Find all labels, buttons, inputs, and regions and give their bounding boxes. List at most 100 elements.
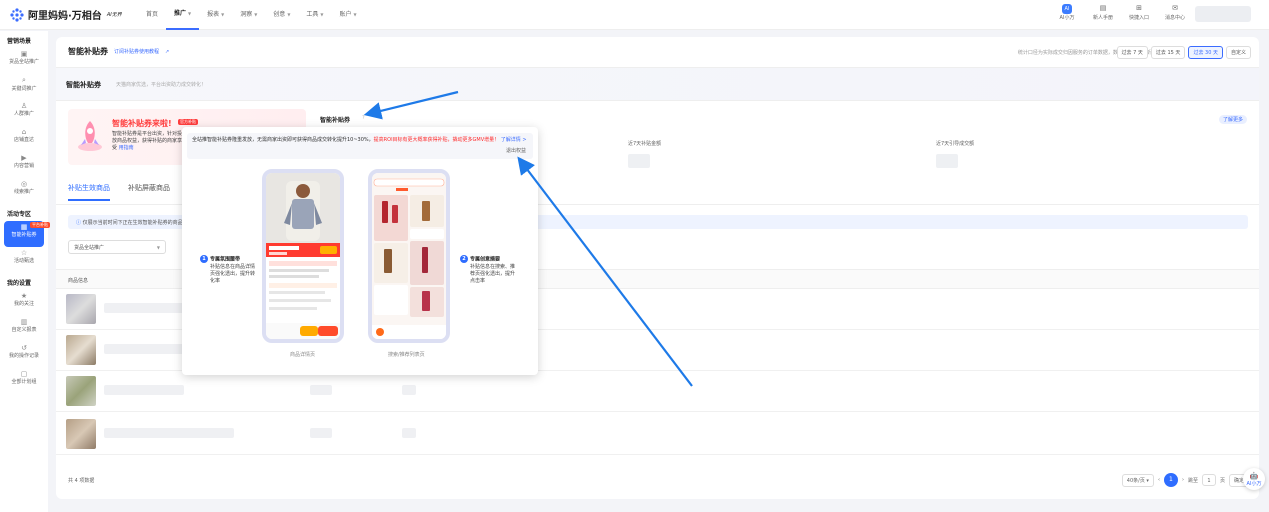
row-text-blurred (310, 385, 332, 395)
chevron-down-icon: ▼ (287, 12, 291, 17)
tool-2[interactable]: ⊞ 快捷入口 (1125, 4, 1153, 21)
store-icon: ⌂ (21, 128, 27, 136)
promo-title: 智能补贴券来啦! (112, 119, 172, 128)
scene-select[interactable]: 货品全站推广 ▼ (68, 240, 166, 254)
callout2-title: 专属创意摘要 (470, 256, 501, 263)
learn-more-badge[interactable]: 了解更多 (1218, 115, 1247, 124)
app-logo[interactable]: 阿里妈妈·万相台 AI无界 (10, 7, 122, 22)
product-thumbnail (66, 419, 96, 449)
nav-item-3[interactable]: 洞察 ▼ (232, 0, 265, 30)
range-button-3[interactable]: 自定义 (1225, 46, 1251, 59)
nav-item-5[interactable]: 工具 ▼ (298, 0, 331, 30)
product-thumbnail (66, 335, 96, 365)
tab-bar: 补贴生效商品 补贴屏蔽商品 (68, 183, 170, 201)
message-icon: ✉ (1172, 4, 1178, 12)
top-bar: 阿里妈妈·万相台 AI无界 首页 推广 ▼ 报表 ▼ 洞察 ▼ 创意 ▼ 工具 ▼ 账户 ▼ AI AI小… (0, 0, 1269, 30)
sidebar-item-0-3[interactable]: ⌂ 店铺直达 (0, 126, 48, 152)
sidebar: 营销场景 ▣ 货品全站推广 ⌕ 关键词推广 ♙ 人群推广 ⌂ 店铺直达 ▶ 内容营销 ◎ 线索推广 活动专… (0, 31, 48, 512)
banner-detail-link[interactable]: 了解详情 > (501, 137, 527, 143)
kpi-label-gmv: 近7天引导成交额 (936, 141, 975, 147)
intro-subtitle: 天猫商家优选，平台出资助力成交转化！ (116, 82, 207, 88)
nav-item-2[interactable]: 报表 ▼ (199, 0, 232, 30)
top-tools: AI AI小万 ▤ 新人手册 ⊞ 快捷入口 ✉ 消息中心 (1053, 4, 1189, 21)
tab-active-goods[interactable]: 补贴生效商品 (68, 183, 110, 201)
promo-guide-link[interactable]: 用指南 (119, 145, 134, 151)
sidebar-item-0-0[interactable]: ▣ 货品全站推广 (0, 48, 48, 74)
row-text-blurred (104, 385, 184, 395)
sidebar-item-label: 自定义报表 (11, 327, 37, 333)
report-icon: ▥ (20, 318, 28, 326)
chevron-down-icon: ▼ (254, 12, 258, 17)
content-icon: ▶ (21, 154, 27, 162)
goto-page-input[interactable]: 1 (1201, 474, 1216, 486)
product-detail-illustration (266, 173, 340, 339)
sidebar-item-label: 店铺直达 (13, 137, 34, 143)
intro-title: 智能补贴券 (66, 81, 101, 89)
tool-1[interactable]: ▤ 新人手册 (1089, 4, 1117, 21)
nav-item-label: 报表 (207, 11, 220, 18)
help-icon[interactable]: ? (362, 115, 365, 121)
sidebar-item-0-4[interactable]: ▶ 内容营销 (0, 152, 48, 178)
sidebar-item-0-2[interactable]: ♙ 人群推广 (0, 100, 48, 126)
exit-benefit-link[interactable]: 退出权益 (506, 147, 526, 154)
goods-icon: ▣ (20, 50, 28, 58)
table-row[interactable] (56, 415, 1259, 455)
external-link-icon[interactable]: ↗ (165, 49, 169, 55)
popover-banner: 全站推智能补贴券隆重发放，无需商家出资即可获得商品成交转化提升10~30%，提高… (187, 133, 533, 159)
floating-ai-assistant[interactable]: 🤖 AI小万 (1243, 468, 1265, 490)
chevron-down-icon: ▼ (188, 11, 192, 16)
kpi-label-subsidy: 近7天补贴金额 (628, 141, 662, 147)
tool-label: AI小万 (1059, 15, 1075, 21)
callout2-text: 补贴信息在搜索、推荐页强化透出，提升点击率 (470, 263, 516, 284)
tab-blocked-goods[interactable]: 补贴屏蔽商品 (128, 183, 170, 201)
sidebar-item-2-3[interactable]: ▢ 全部计划组 (0, 368, 48, 394)
row-text-blurred (402, 428, 416, 438)
tool-label: 新人手册 (1092, 15, 1113, 21)
nav-item-0[interactable]: 首页 (138, 0, 166, 30)
ai-assistant-icon: AI (1062, 4, 1072, 14)
sidebar-item-2-0[interactable]: ★ 我的关注 (0, 290, 48, 316)
nav-item-1[interactable]: 推广 ▼ (166, 0, 200, 30)
tool-0[interactable]: AI AI小万 (1053, 4, 1081, 21)
tutorial-link[interactable]: 订阅补贴券使用教程 (114, 48, 159, 55)
page-size-select[interactable]: 40条/页 ▾ (1121, 473, 1154, 487)
sidebar-item-0-5[interactable]: ◎ 线索推广 (0, 178, 48, 204)
sidebar-item-label: 内容营销 (13, 163, 34, 169)
range-button-2[interactable]: 过去 30 天 (1188, 46, 1223, 59)
phone-mockup-search (368, 169, 450, 343)
app-badge: AI无界 (106, 12, 122, 18)
range-button-1[interactable]: 过去 15 天 (1150, 46, 1186, 59)
banner-text: 全站推智能补贴券隆重发放，无需商家出资即可获得商品成交转化提升10~30%， (192, 137, 374, 143)
tool-3[interactable]: ✉ 消息中心 (1161, 4, 1189, 21)
nav-item-4[interactable]: 创意 ▼ (265, 0, 298, 30)
current-page[interactable]: 1 (1163, 473, 1178, 487)
sidebar-item-2-2[interactable]: ↺ 我的操作记录 (0, 342, 48, 368)
chevron-down-icon: ▼ (221, 12, 225, 17)
table-row[interactable] (56, 372, 1259, 412)
nav-item-6[interactable]: 账户 ▼ (331, 0, 364, 30)
prev-page-icon[interactable]: ‹ (1158, 477, 1160, 483)
range-button-0[interactable]: 过去 7 天 (1116, 46, 1148, 59)
tool-label: 消息中心 (1164, 15, 1185, 21)
subsidy-popover: 全站推智能补贴券隆重发放，无需商家出资即可获得商品成交转化提升10~30%，提高… (182, 127, 538, 375)
page-unit: 页 (1219, 477, 1225, 484)
sidebar-item-1-1[interactable]: ☆ 活动甄选 (0, 247, 48, 273)
history-icon: ↺ (21, 344, 27, 352)
page-size-value: 40条/页 (1126, 477, 1145, 484)
step-one-marker: 1 (200, 255, 208, 263)
callout-belt: 1 专属氛围腰带 补贴信息在商品详情页强化透出，提升转化率 (200, 255, 260, 285)
sidebar-item-label: 货品全站推广 (8, 59, 39, 65)
promo-tag: 官方补贴 (178, 119, 198, 125)
sidebar-item-2-1[interactable]: ▥ 自定义报表 (0, 316, 48, 342)
rocket-illustration-icon (78, 121, 102, 151)
range-buttons: 过去 7 天过去 15 天过去 30 天自定义 (1116, 46, 1251, 59)
sidebar-item-label: 关键词推广 (11, 86, 37, 92)
nav-item-label: 推广 (174, 10, 187, 17)
phone-mockup-detail (262, 169, 344, 343)
next-page-icon[interactable]: › (1182, 477, 1184, 483)
robot-icon: 🤖 (1249, 472, 1259, 480)
user-account-blurred[interactable] (1195, 6, 1251, 22)
sidebar-item-0-1[interactable]: ⌕ 关键词推广 (0, 74, 48, 100)
kpi-value-blurred (936, 154, 958, 168)
kpi-value-blurred (628, 154, 650, 168)
